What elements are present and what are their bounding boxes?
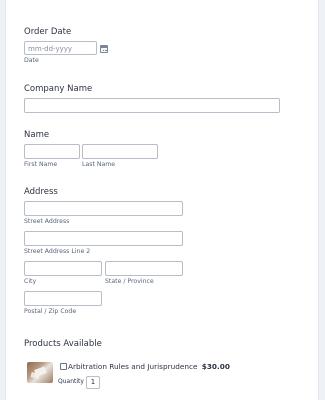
order-date-input[interactable]: mm-dd-yyyy (24, 41, 97, 55)
street-address-line2-sublabel: Street Address Line 2 (24, 248, 91, 255)
product-name: Arbitration Rules and Jurisprudence (68, 362, 198, 371)
last-name-sublabel: Last Name (82, 161, 116, 168)
name-label: Name (24, 130, 50, 140)
products-label: Products Available (24, 339, 102, 349)
order-date-placeholder: mm-dd-yyyy (28, 44, 73, 53)
last-name-input[interactable] (82, 144, 158, 159)
street-address-line2-input[interactable] (24, 231, 183, 246)
book-thumbnail-icon (27, 362, 53, 383)
product-name-row[interactable]: Arbitration Rules and Jurisprudence $30.… (68, 362, 230, 371)
form-card: Order Date mm-dd-yyyy Date Company Name … (5, 0, 319, 400)
first-name-sublabel: First Name (24, 161, 58, 168)
product-price: $30.00 (201, 362, 230, 371)
order-date-sublabel: Date (24, 57, 39, 64)
order-date-label: Order Date (24, 27, 72, 37)
street-address-input[interactable] (24, 201, 183, 216)
postal-zip-sublabel: Postal / Zip Code (24, 308, 77, 315)
city-sublabel: City (24, 278, 37, 285)
company-name-label: Company Name (24, 84, 93, 94)
state-province-sublabel: State / Province (105, 278, 154, 285)
first-name-input[interactable] (24, 144, 80, 159)
company-name-input[interactable] (24, 98, 280, 113)
state-province-input[interactable] (105, 261, 183, 276)
street-address-sublabel: Street Address (24, 218, 70, 225)
city-input[interactable] (24, 261, 102, 276)
calendar-icon[interactable] (100, 45, 108, 53)
postal-zip-input[interactable] (24, 291, 102, 306)
quantity-input[interactable]: 1 (86, 376, 100, 389)
product-checkbox[interactable] (60, 363, 67, 370)
quantity-label: Quantity (58, 378, 84, 385)
address-label: Address (24, 187, 58, 197)
